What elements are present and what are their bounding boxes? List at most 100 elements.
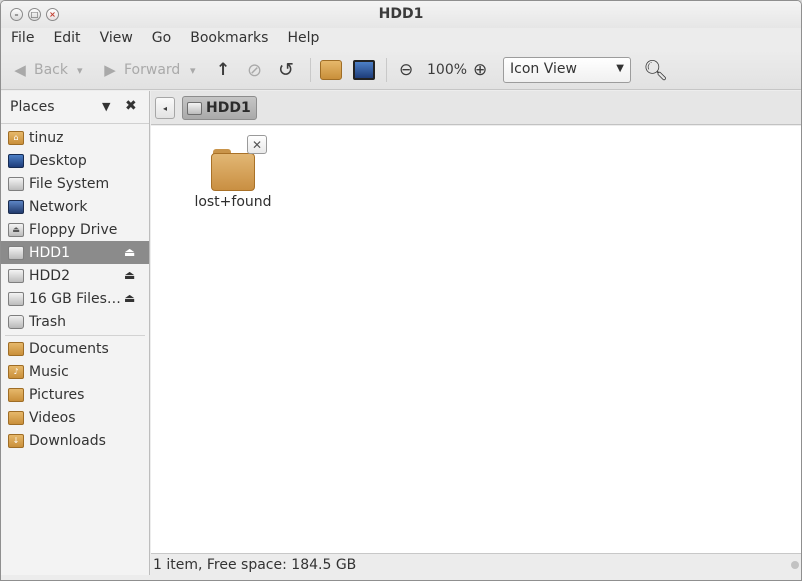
zoom-in-icon[interactable]: ⊕ xyxy=(473,50,487,90)
floppy-icon: ⏏ xyxy=(8,222,24,237)
sidebar-item-label: Documents xyxy=(29,340,109,357)
window-bottom-edge xyxy=(1,575,801,580)
reload-icon[interactable]: ↺ xyxy=(278,50,294,90)
file-manager-window: – □ × HDD1 File Edit View Go Bookmarks H… xyxy=(0,0,802,581)
sidebar-item-label: Floppy Drive xyxy=(29,221,118,238)
sidebar-dropdown-icon[interactable]: ▼ xyxy=(102,100,110,113)
sidebar-item-16gb-filesystem[interactable]: 16 GB Files… ⏏ xyxy=(1,287,149,310)
drive-icon xyxy=(8,245,24,260)
sidebar-item-network[interactable]: Network xyxy=(1,195,149,218)
toolbar: ◀ Back ▾ ▶ Forward ▾ ↑ ⊘ ↺ ⊖ 100% ⊕ Icon… xyxy=(1,50,801,90)
sidebar-item-hdd2[interactable]: HDD2 ⏏ xyxy=(1,264,149,287)
file-item-label: lost+found xyxy=(194,194,272,210)
stop-icon[interactable]: ⊘ xyxy=(247,50,262,90)
collapse-path-button[interactable]: ◂ xyxy=(155,97,175,119)
toolbar-separator xyxy=(386,58,387,82)
sidebar-item-documents[interactable]: Documents xyxy=(1,337,149,360)
menu-file[interactable]: File xyxy=(11,28,34,50)
file-item-lost-found[interactable]: lost+found xyxy=(191,146,275,210)
eject-icon[interactable]: ⏏ xyxy=(124,268,135,282)
resize-grip[interactable] xyxy=(791,561,799,569)
view-mode-value: Icon View xyxy=(510,61,577,77)
locked-emblem-icon: ✕ xyxy=(247,135,267,154)
back-button[interactable]: ◀ Back xyxy=(11,50,68,90)
sidebar-item-videos[interactable]: Videos xyxy=(1,406,149,429)
drive-icon xyxy=(187,101,202,115)
sidebar-item-label: Videos xyxy=(29,409,76,426)
documents-folder-icon xyxy=(8,341,24,356)
sidebar-item-label: File System xyxy=(29,175,110,192)
view-mode-select[interactable]: Icon View ▼ xyxy=(503,57,631,83)
window-title: HDD1 xyxy=(378,6,424,22)
back-history-dropdown[interactable]: ▾ xyxy=(77,50,83,90)
drive-icon xyxy=(8,291,24,306)
places-sidebar: Places ▼ ✖ ⌂ tinuz Desktop File System N… xyxy=(1,91,150,575)
sidebar-item-file-system[interactable]: File System xyxy=(1,172,149,195)
location-bar: ◂ HDD1 xyxy=(151,91,801,125)
sidebar-item-label: HDD1 xyxy=(29,244,70,261)
zoom-level[interactable]: 100% xyxy=(427,50,467,90)
drive-icon xyxy=(8,176,24,191)
zoom-out-icon[interactable]: ⊖ xyxy=(399,50,413,90)
eject-icon[interactable]: ⏏ xyxy=(124,245,135,259)
home-button[interactable] xyxy=(320,50,342,90)
videos-folder-icon xyxy=(8,410,24,425)
forward-history-dropdown[interactable]: ▾ xyxy=(190,50,196,90)
eject-icon[interactable]: ⏏ xyxy=(124,291,135,305)
sidebar-item-label: Downloads xyxy=(29,432,106,449)
search-icon[interactable]: 🔍︎ xyxy=(643,50,668,90)
sidebar-header[interactable]: Places ▼ ✖ xyxy=(1,91,149,124)
forward-label: Forward xyxy=(124,62,181,78)
computer-icon xyxy=(353,60,375,80)
sidebar-item-label: 16 GB Files… xyxy=(29,290,121,307)
menu-edit[interactable]: Edit xyxy=(53,28,80,50)
sidebar-item-label: HDD2 xyxy=(29,267,70,284)
file-view[interactable]: lost+found ✕ xyxy=(151,126,801,553)
menu-go[interactable]: Go xyxy=(152,28,171,50)
forward-arrow-icon: ▶ xyxy=(104,61,116,79)
sidebar-item-label: Pictures xyxy=(29,386,85,403)
breadcrumb-hdd1[interactable]: HDD1 xyxy=(182,96,257,120)
back-arrow-icon: ◀ xyxy=(14,61,26,79)
forward-button[interactable]: ▶ Forward xyxy=(101,50,180,90)
up-arrow-icon[interactable]: ↑ xyxy=(216,50,230,90)
back-label: Back xyxy=(34,62,68,78)
sidebar-item-hdd1[interactable]: HDD1 ⏏ xyxy=(1,241,149,264)
sidebar-item-trash[interactable]: Trash xyxy=(1,310,149,333)
toolbar-separator xyxy=(310,58,311,82)
menu-help[interactable]: Help xyxy=(287,28,319,50)
sidebar-item-label: Trash xyxy=(29,313,66,330)
sidebar-item-pictures[interactable]: Pictures xyxy=(1,383,149,406)
sidebar-item-label: Network xyxy=(29,198,88,215)
chevron-down-icon: ▼ xyxy=(616,63,624,74)
folder-body xyxy=(211,153,255,191)
desktop-icon xyxy=(8,153,24,168)
sidebar-item-label: tinuz xyxy=(29,129,64,146)
network-icon xyxy=(8,199,24,214)
sidebar-item-downloads[interactable]: ↓ Downloads xyxy=(1,429,149,452)
status-text: 1 item, Free space: 184.5 GB xyxy=(153,557,357,573)
menu-bookmarks[interactable]: Bookmarks xyxy=(190,28,268,50)
computer-button[interactable] xyxy=(353,50,375,90)
pictures-folder-icon xyxy=(8,387,24,402)
sidebar-item-floppy-drive[interactable]: ⏏ Floppy Drive xyxy=(1,218,149,241)
menu-bar: File Edit View Go Bookmarks Help xyxy=(1,28,801,50)
sidebar-item-desktop[interactable]: Desktop xyxy=(1,149,149,172)
title-bar[interactable]: – □ × HDD1 xyxy=(1,1,801,28)
close-sidebar-icon[interactable]: ✖ xyxy=(125,98,137,114)
trash-icon xyxy=(8,314,24,329)
sidebar-title: Places xyxy=(10,99,55,115)
sidebar-separator xyxy=(5,335,145,336)
music-folder-icon: ♪ xyxy=(8,364,24,379)
sidebar-item-label: Desktop xyxy=(29,152,87,169)
status-bar: 1 item, Free space: 184.5 GB xyxy=(151,553,801,576)
places-list: ⌂ tinuz Desktop File System Network ⏏ Fl… xyxy=(1,126,149,452)
menu-view[interactable]: View xyxy=(100,28,133,50)
sidebar-item-label: Music xyxy=(29,363,69,380)
drive-icon xyxy=(8,268,24,283)
sidebar-item-music[interactable]: ♪ Music xyxy=(1,360,149,383)
home-folder-icon xyxy=(320,60,342,80)
downloads-folder-icon: ↓ xyxy=(8,433,24,448)
sidebar-item-tinuz[interactable]: ⌂ tinuz xyxy=(1,126,149,149)
home-folder-icon: ⌂ xyxy=(8,130,24,145)
